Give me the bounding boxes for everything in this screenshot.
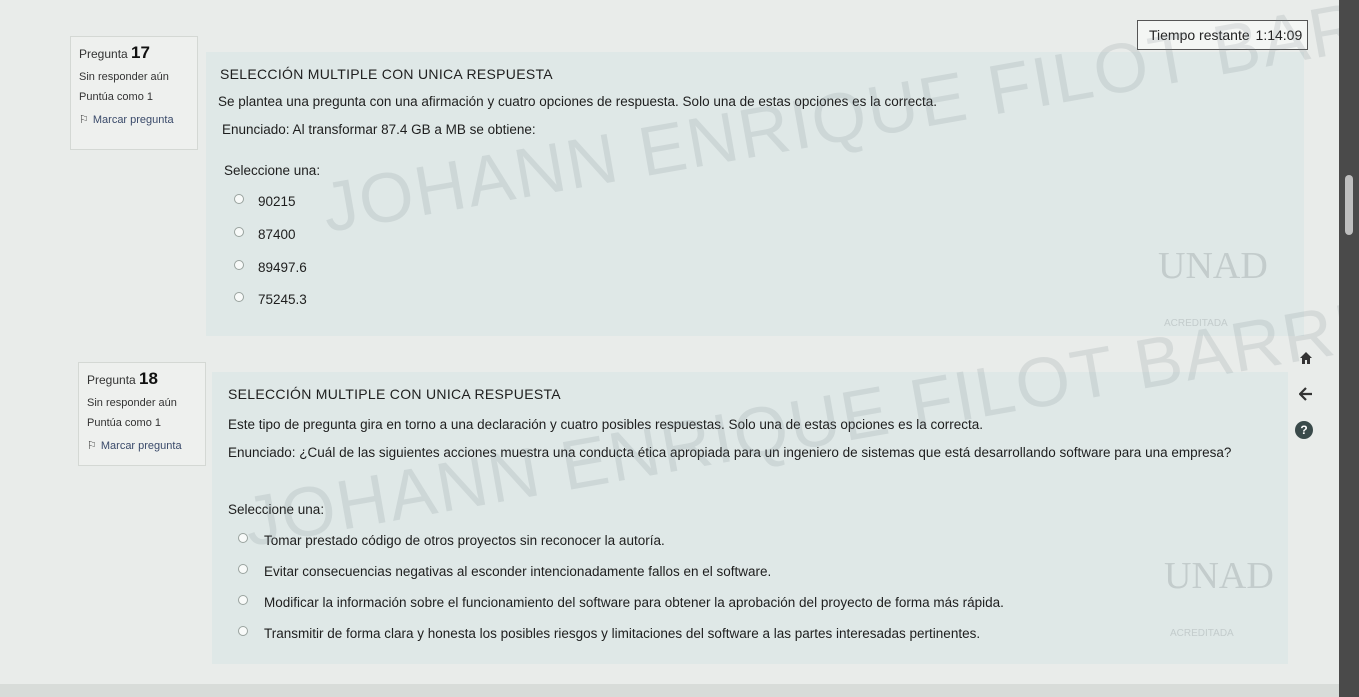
flag-icon: ⚐	[87, 440, 97, 452]
back-arrow-icon[interactable]	[1294, 382, 1318, 406]
question-points: Puntúa como 1	[87, 417, 161, 429]
home-icon[interactable]	[1294, 346, 1318, 370]
question-prefix: Pregunta	[87, 373, 136, 387]
unad-logo: UNAD ACREDITADA	[1162, 548, 1282, 643]
scrollbar[interactable]	[1339, 0, 1359, 697]
page-footer-strip	[0, 684, 1339, 697]
flag-icon: ⚐	[79, 114, 89, 126]
question-points: Puntúa como 1	[79, 91, 153, 103]
question-type-title: SELECCIÓN MULTIPLE CON UNICA RESPUESTA	[220, 66, 553, 82]
question-number-value: 17	[131, 43, 150, 62]
unad-logo: UNAD ACREDITADA	[1156, 238, 1276, 333]
option-label-3[interactable]: 89497.6	[258, 260, 307, 275]
question-statement: Enunciado: Al transformar 87.4 GB a MB s…	[222, 122, 536, 137]
svg-text:UNAD: UNAD	[1158, 245, 1268, 287]
option-radio-1[interactable]	[234, 194, 244, 204]
option-radio-4[interactable]	[238, 626, 248, 636]
help-glyph: ?	[1295, 421, 1313, 439]
svg-text:ACREDITADA: ACREDITADA	[1170, 628, 1234, 638]
timer-label: Tiempo restante	[1149, 27, 1250, 43]
quiz-page: { "timer": { "label": "Tiempo restante",…	[0, 0, 1359, 697]
svg-text:ACREDITADA: ACREDITADA	[1164, 318, 1228, 328]
flag-label: Marcar pregunta	[100, 440, 182, 452]
flag-label: Marcar pregunta	[92, 114, 174, 126]
scrollbar-thumb[interactable]	[1345, 175, 1353, 235]
option-radio-4[interactable]	[234, 292, 244, 302]
flag-question-button[interactable]: ⚐ Marcar pregunta	[87, 439, 197, 452]
option-label-4[interactable]: Transmitir de forma clara y honesta los …	[264, 626, 980, 641]
option-label-2[interactable]: 87400	[258, 227, 296, 242]
question-status: Sin responder aún	[87, 397, 177, 409]
time-remaining: Tiempo restante 1:14:09	[1137, 20, 1308, 50]
option-label-4[interactable]: 75245.3	[258, 292, 307, 307]
question-number: Pregunta 17	[79, 43, 189, 63]
option-radio-3[interactable]	[234, 260, 244, 270]
svg-text:UNAD: UNAD	[1164, 555, 1274, 597]
question-info-17: Pregunta 17 Sin responder aún Puntúa com…	[70, 36, 198, 150]
question-info-18: Pregunta 18 Sin responder aún Puntúa com…	[78, 362, 206, 466]
question-number-value: 18	[139, 369, 158, 388]
select-one-label: Seleccione una:	[224, 163, 321, 178]
option-radio-1[interactable]	[238, 533, 248, 543]
question-instruction: Este tipo de pregunta gira en torno a un…	[228, 417, 983, 432]
flag-question-button[interactable]: ⚐ Marcar pregunta	[79, 113, 189, 126]
select-one-label: Seleccione una:	[228, 502, 325, 517]
question-prefix: Pregunta	[79, 47, 128, 61]
help-icon[interactable]: ?	[1292, 418, 1316, 442]
option-label-2[interactable]: Evitar consecuencias negativas al escond…	[264, 564, 771, 579]
option-label-3[interactable]: Modificar la información sobre el funcio…	[264, 595, 1004, 610]
question-number: Pregunta 18	[87, 369, 197, 389]
question-content-17: SELECCIÓN MULTIPLE CON UNICA RESPUESTA S…	[206, 0, 1359, 336]
question-content-18: SELECCIÓN MULTIPLE CON UNICA RESPUESTA E…	[212, 270, 1359, 664]
option-label-1[interactable]: Tomar prestado código de otros proyectos…	[264, 533, 665, 548]
question-type-title: SELECCIÓN MULTIPLE CON UNICA RESPUESTA	[228, 386, 561, 402]
option-radio-3[interactable]	[238, 595, 248, 605]
question-statement: Enunciado: ¿Cuál de las siguientes accio…	[228, 445, 1232, 460]
question-instruction: Se plantea una pregunta con una afirmaci…	[218, 94, 937, 109]
option-radio-2[interactable]	[238, 564, 248, 574]
timer-value: 1:14:09	[1255, 27, 1303, 43]
option-radio-2[interactable]	[234, 227, 244, 237]
question-status: Sin responder aún	[79, 71, 169, 83]
option-label-1[interactable]: 90215	[258, 194, 296, 209]
